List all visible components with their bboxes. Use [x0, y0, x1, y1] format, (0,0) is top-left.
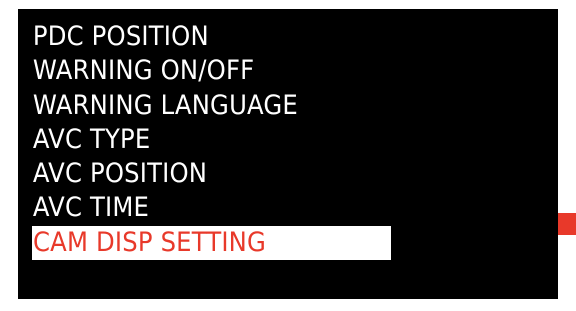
side-panel: [558, 9, 576, 299]
menu-item-avc-time[interactable]: AVC TIME: [32, 191, 355, 225]
menu-item-avc-type[interactable]: AVC TYPE: [32, 123, 355, 157]
menu-item-warning-on-off[interactable]: WARNING ON/OFF: [32, 54, 355, 88]
scroll-indicator[interactable]: [558, 213, 576, 235]
settings-menu: PDC POSITION WARNING ON/OFF WARNING LANG…: [32, 20, 391, 260]
menu-item-cam-disp-setting[interactable]: CAM DISP SETTING: [32, 225, 391, 260]
menu-item-pdc-position[interactable]: PDC POSITION: [32, 20, 355, 54]
menu-item-warning-language[interactable]: WARNING LANGUAGE: [32, 89, 355, 123]
menu-screen: PDC POSITION WARNING ON/OFF WARNING LANG…: [18, 9, 558, 299]
menu-item-cam-disp-setting-label: CAM DISP SETTING: [33, 226, 267, 258]
menu-item-avc-position[interactable]: AVC POSITION: [32, 157, 355, 191]
